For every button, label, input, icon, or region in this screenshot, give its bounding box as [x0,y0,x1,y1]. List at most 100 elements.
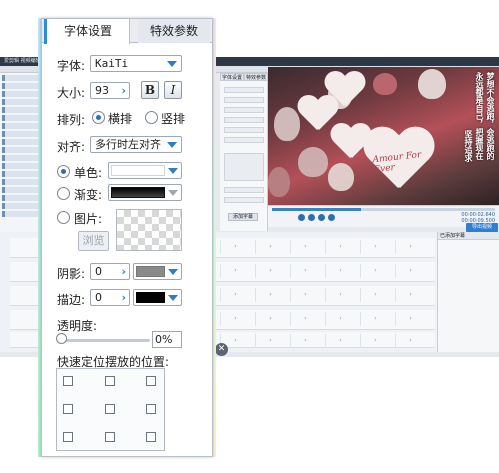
library-row[interactable] [2,211,41,217]
stroke-label: 描边: [57,293,86,307]
font-value: KaiTi [95,57,129,70]
mid-tab-font[interactable]: 字体设置 [220,73,244,81]
mid-row[interactable] [224,97,264,103]
horizontal-label: 横排 [108,112,133,126]
library-row[interactable] [2,91,41,97]
close-icon[interactable]: ✕ [215,343,228,356]
mid-row[interactable] [224,117,264,123]
font-select[interactable]: KaiTi [90,55,182,72]
subtitle-vertical-1[interactable]: 梦想不会逃跑，会逃跑的 [486,72,495,160]
position-middle-center[interactable] [105,404,115,414]
chevron-right-icon[interactable]: › [121,83,126,98]
italic-button[interactable]: I [164,81,182,99]
image-radio[interactable] [57,211,70,224]
padlock-shape [328,163,354,191]
vertical-label: 竖排 [161,112,186,126]
bold-button[interactable]: B [141,81,159,99]
play-icon[interactable] [308,214,315,221]
library-row[interactable] [2,171,41,177]
library-row[interactable] [2,179,41,185]
chevron-down-icon [168,295,178,301]
position-middle-right[interactable] [146,404,156,414]
panel-border-glow [213,18,216,457]
opacity-slider-handle[interactable] [56,333,67,344]
stop-icon[interactable] [328,214,335,221]
opacity-slider-track[interactable] [61,339,150,342]
solid-color-radio[interactable] [57,165,70,178]
position-top-center[interactable] [105,376,115,386]
library-row[interactable] [2,75,41,81]
stroke-color-picker[interactable] [133,289,182,306]
padlock-shape [418,69,446,99]
mid-row[interactable] [224,137,264,143]
added-subtitles-panel: 已添加字幕 [437,232,499,352]
image-preview [116,209,182,251]
gradient-label: 渐变: [74,188,103,202]
position-bottom-left[interactable] [63,432,73,442]
stroke-color-swatch [136,292,165,303]
solid-color-label: 单色: [74,166,103,180]
horizontal-radio[interactable] [92,111,105,124]
subtitle-vertical-3[interactable]: 坚持追求 [464,130,473,162]
export-video-button[interactable]: 导出视频 [466,223,498,232]
size-value: 93 [95,84,109,97]
screen: 爱剪辑 视频编辑 … 标题 字体设置 特效参数 [0,0,499,473]
tab-font-settings[interactable]: 字体设置 [44,19,130,44]
mid-tab-effects[interactable]: 特效参数 [244,73,268,81]
position-bottom-right[interactable] [146,432,156,442]
vertical-radio[interactable] [145,111,158,124]
opacity-label: 透明度: [57,319,98,333]
image-label: 图片: [74,212,103,226]
library-row[interactable] [2,139,41,145]
mid-row[interactable] [224,187,264,193]
position-middle-left[interactable] [63,404,73,414]
shadow-stepper[interactable]: 0 › [90,263,130,280]
padlock-shape [373,73,397,95]
opacity-input[interactable]: 0% [152,331,182,348]
gradient-picker[interactable] [108,184,182,201]
shadow-color-picker[interactable] [133,263,182,280]
mid-row[interactable] [224,107,264,113]
mid-preview-box [224,153,264,181]
mid-row[interactable] [224,197,264,203]
position-bottom-center[interactable] [105,432,115,442]
library-row[interactable] [2,187,41,193]
library-row[interactable] [2,195,41,201]
library-row[interactable] [2,107,41,113]
next-icon[interactable] [318,214,325,221]
library-row[interactable] [2,123,41,129]
tab-effect-params[interactable]: 特效参数 [138,19,210,43]
mid-row[interactable] [224,87,264,93]
library-row[interactable] [2,83,41,89]
panel-tabs: 字体设置 特效参数 [42,19,212,44]
library-row[interactable] [2,147,41,153]
library-row[interactable] [2,163,41,169]
previous-icon[interactable] [298,214,305,221]
padlock-shape [298,147,328,177]
stroke-stepper[interactable]: 0 › [90,289,130,306]
library-row[interactable] [2,155,41,161]
library-row[interactable] [2,99,41,105]
subtitle-settings-panel: 字体设置 特效参数 添加字幕 [220,73,268,231]
added-subtitles-header: 已添加字幕 [438,232,499,240]
timeline-markers [230,232,435,352]
add-subtitle-button[interactable]: 添加字幕 [228,213,258,221]
library-row[interactable] [2,131,41,137]
chevron-down-icon [167,61,177,67]
chevron-right-icon[interactable]: › [121,264,126,279]
position-grid [56,368,165,451]
gradient-radio[interactable] [57,187,70,200]
mid-row[interactable] [224,127,264,133]
position-top-left[interactable] [63,376,73,386]
solid-color-picker[interactable] [108,162,182,179]
browse-button[interactable]: 浏览 [78,231,109,251]
heart-lock-shape [324,72,364,108]
subtitle-vertical-2[interactable]: 永远都是自己，把握现在 [475,72,484,160]
library-row[interactable] [2,115,41,121]
align-select[interactable]: 多行时左对齐 [90,136,182,153]
seek-bar[interactable] [272,208,495,211]
library-row[interactable] [2,203,41,209]
chevron-right-icon[interactable]: › [121,290,126,305]
position-top-right[interactable] [146,376,156,386]
size-stepper[interactable]: 93 › [90,82,130,99]
